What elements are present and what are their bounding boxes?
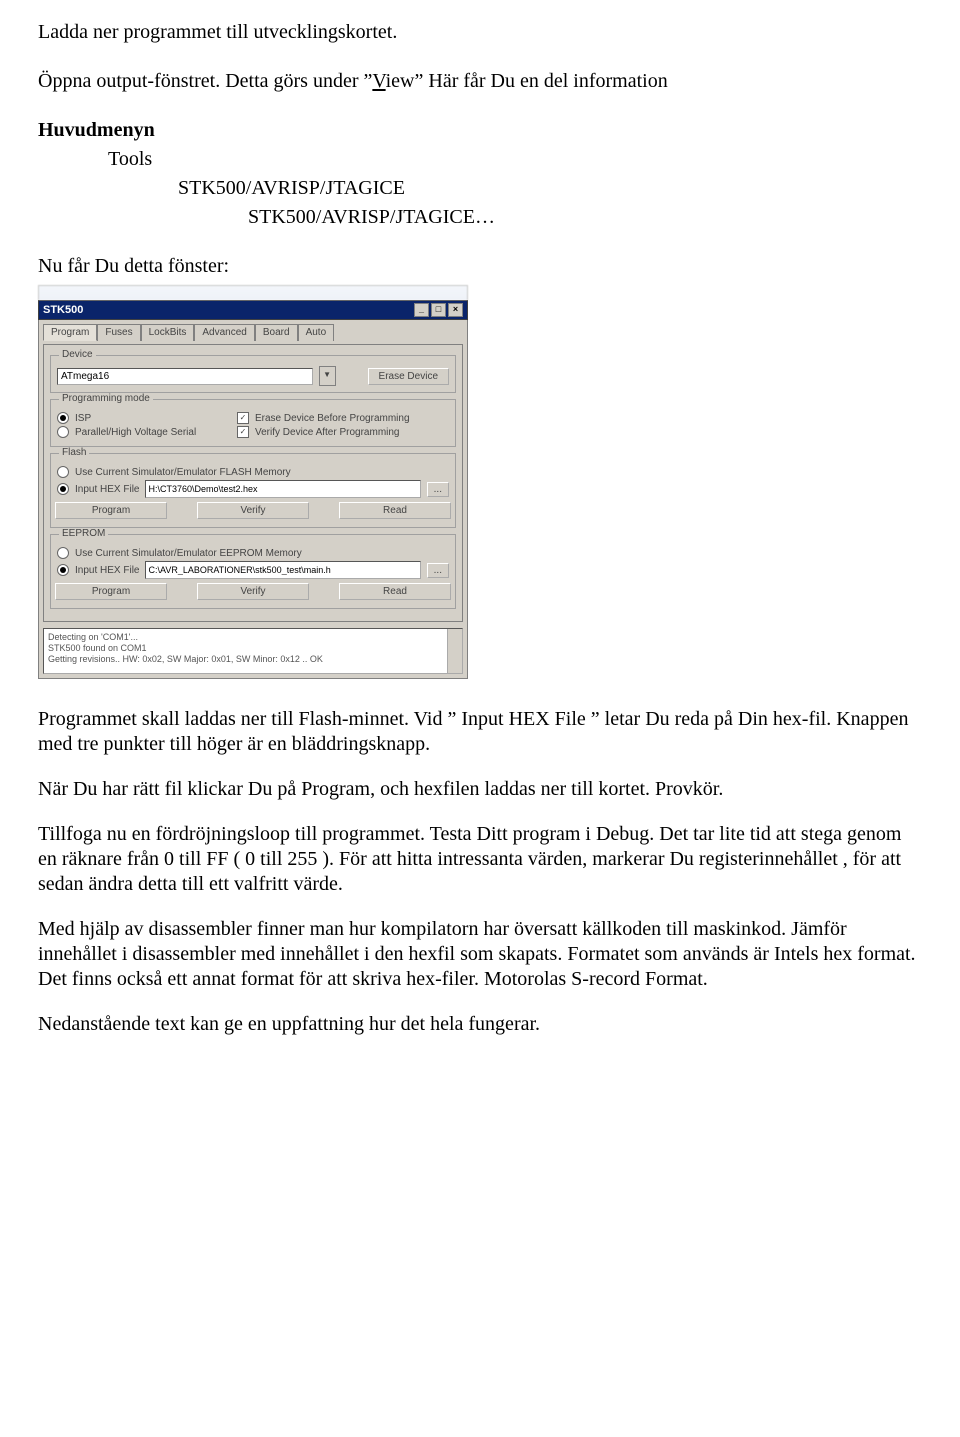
para-window-intro: Nu får Du detta fönster:: [38, 254, 922, 279]
para-delay-loop: Tillfoga nu en fördröjningsloop till pro…: [38, 822, 922, 897]
label-flash-current: Use Current Simulator/Emulator FLASH Mem…: [75, 467, 291, 478]
legend-eeprom: EEPROM: [59, 528, 108, 539]
minimize-button[interactable]: _: [414, 303, 429, 317]
log-line: STK500 found on COM1: [48, 643, 443, 654]
para-disassembler: Med hjälp av disassembler finner man hur…: [38, 917, 922, 992]
flash-hex-input[interactable]: [145, 480, 420, 498]
tab-fuses[interactable]: Fuses: [97, 324, 140, 341]
text-fragment: Öppna output-fönstret. Detta görs under …: [38, 70, 372, 92]
eeprom-verify-button[interactable]: Verify: [197, 583, 309, 600]
eeprom-browse-button[interactable]: ...: [427, 563, 449, 578]
radio-eeprom-hex[interactable]: [57, 564, 69, 576]
eeprom-program-button[interactable]: Program: [55, 583, 167, 600]
tab-board[interactable]: Board: [255, 324, 298, 341]
maximize-button[interactable]: □: [431, 303, 446, 317]
menu-path-tools: Tools: [38, 147, 922, 172]
log-scrollbar[interactable]: [447, 629, 462, 673]
tab-program[interactable]: Program: [43, 324, 97, 341]
menu-path-stk500-1: STK500/AVRISP/JTAGICE: [38, 176, 922, 201]
flash-read-button[interactable]: Read: [339, 502, 451, 519]
label-verify-after: Verify Device After Programming: [255, 427, 400, 438]
eeprom-hex-input[interactable]: [145, 561, 420, 579]
para-open-output: Öppna output-fönstret. Detta görs under …: [38, 69, 922, 94]
legend-device: Device: [59, 349, 96, 360]
tab-auto[interactable]: Auto: [298, 324, 335, 341]
status-log: Detecting on 'COM1'... STK500 found on C…: [43, 628, 463, 674]
ghost-bar: [38, 285, 468, 300]
eeprom-read-button[interactable]: Read: [339, 583, 451, 600]
label-eeprom-hex: Input HEX File: [75, 565, 139, 576]
radio-eeprom-current[interactable]: [57, 547, 69, 559]
text-fragment: ” Här får Du en del information: [415, 70, 668, 92]
tab-advanced[interactable]: Advanced: [194, 324, 254, 341]
menu-path-stk500-2: STK500/AVRISP/JTAGICE…: [38, 205, 922, 230]
para-flash-instructions: Programmet skall laddas ner till Flash-m…: [38, 707, 922, 757]
window-titlebar: STK500 _ □ ×: [38, 300, 468, 320]
label-isp: ISP: [75, 413, 91, 424]
legend-flash: Flash: [59, 447, 89, 458]
radio-flash-current[interactable]: [57, 466, 69, 478]
flash-program-button[interactable]: Program: [55, 502, 167, 519]
check-verify-after[interactable]: [237, 426, 249, 438]
radio-isp[interactable]: [57, 412, 69, 424]
check-erase-before[interactable]: [237, 412, 249, 424]
erase-device-button[interactable]: Erase Device: [368, 368, 449, 385]
device-combo[interactable]: [57, 368, 313, 385]
flash-verify-button[interactable]: Verify: [197, 502, 309, 519]
group-device: Device ▼ Erase Device: [50, 355, 456, 393]
para-below-text: Nedanstående text kan ge en uppfattning …: [38, 1012, 922, 1037]
log-line: Getting revisions.. HW: 0x02, SW Major: …: [48, 654, 443, 665]
tab-lockbits[interactable]: LockBits: [141, 324, 195, 341]
window-title: STK500: [43, 304, 83, 316]
flash-browse-button[interactable]: ...: [427, 482, 449, 497]
para-program-run: När Du har rätt fil klickar Du på Progra…: [38, 777, 922, 802]
group-flash: Flash Use Current Simulator/Emulator FLA…: [50, 453, 456, 528]
device-dropdown-icon[interactable]: ▼: [319, 366, 336, 386]
label-flash-hex: Input HEX File: [75, 484, 139, 495]
menu-view-rest: iew: [386, 70, 415, 92]
radio-parallel[interactable]: [57, 426, 69, 438]
group-progmode: Programming mode ISP Parallel/High Volta…: [50, 399, 456, 447]
label-eeprom-current: Use Current Simulator/Emulator EEPROM Me…: [75, 548, 302, 559]
close-button[interactable]: ×: [448, 303, 463, 317]
heading-huvudmenyn: Huvudmenyn: [38, 118, 922, 143]
log-line: Detecting on 'COM1'...: [48, 632, 443, 643]
group-eeprom: EEPROM Use Current Simulator/Emulator EE…: [50, 534, 456, 609]
label-erase-before: Erase Device Before Programming: [255, 413, 410, 424]
tab-strip: Program Fuses LockBits Advanced Board Au…: [43, 324, 463, 341]
radio-flash-hex[interactable]: [57, 483, 69, 495]
label-parallel: Parallel/High Voltage Serial: [75, 427, 196, 438]
para-load: Ladda ner programmet till utvecklingskor…: [38, 20, 922, 45]
menu-view-letter: V: [372, 70, 385, 92]
stk500-screenshot: STK500 _ □ × Program Fuses LockBits Adva…: [38, 285, 468, 679]
legend-progmode: Programming mode: [59, 393, 153, 404]
